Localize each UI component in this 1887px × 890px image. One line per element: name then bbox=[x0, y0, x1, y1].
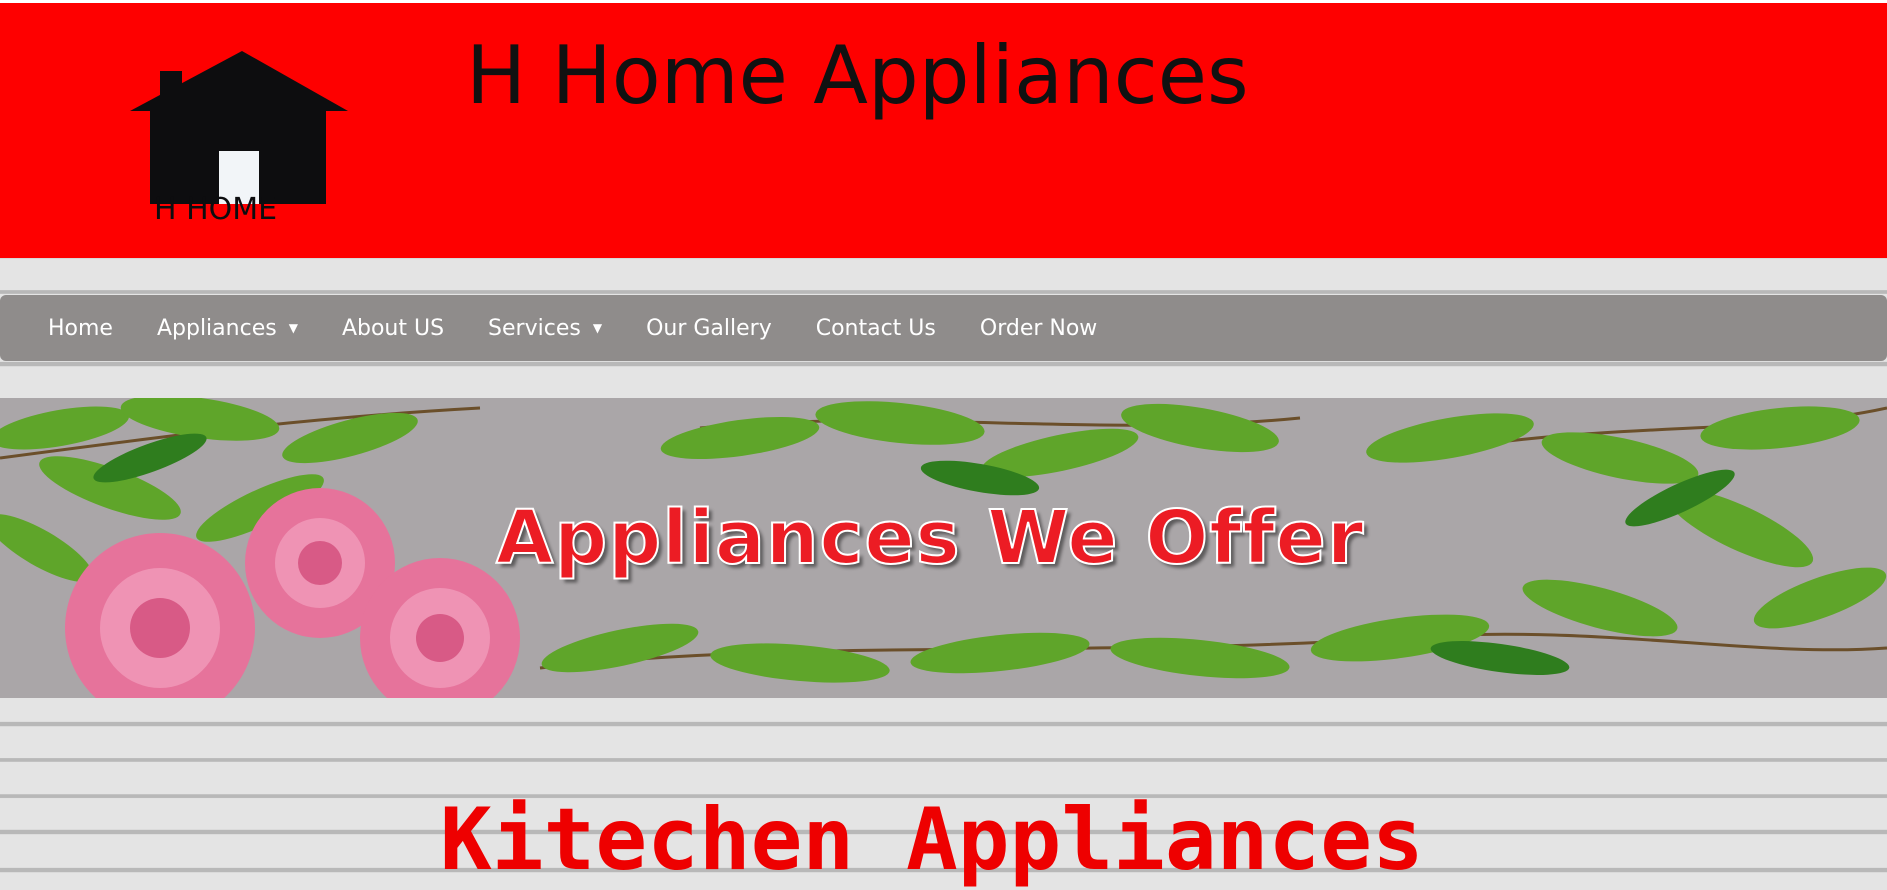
main-nav: Home Appliances ▼ About US Services ▼ Ou… bbox=[0, 295, 1887, 361]
logo-text: H HOME bbox=[154, 192, 277, 221]
nav-item-label: Our Gallery bbox=[646, 315, 772, 341]
nav-item-label: Appliances bbox=[156, 315, 277, 341]
nav-item-label: Home bbox=[48, 315, 113, 341]
nav-item-our-gallery[interactable]: Our Gallery bbox=[624, 316, 794, 341]
nav-item-label: Order Now bbox=[979, 315, 1098, 341]
section-title: Kitechen Appliances bbox=[440, 790, 1424, 890]
site-header: H HOME H Home Appliances bbox=[0, 3, 1887, 258]
nav-item-appliances[interactable]: Appliances ▼ bbox=[135, 316, 320, 341]
caret-down-icon: ▼ bbox=[592, 321, 603, 335]
nav-item-label: Contact Us bbox=[815, 315, 936, 341]
site-title: H Home Appliances bbox=[466, 29, 1249, 122]
nav-item-services[interactable]: Services ▼ bbox=[466, 316, 624, 341]
banner-heading: Appliances We Offer bbox=[495, 494, 1365, 582]
nav-item-label: About US bbox=[341, 315, 445, 341]
nav-item-label: Services bbox=[488, 315, 581, 341]
nav-item-contact-us[interactable]: Contact Us bbox=[794, 316, 958, 341]
nav-item-home[interactable]: Home bbox=[26, 316, 135, 341]
nav-item-about-us[interactable]: About US bbox=[320, 316, 466, 341]
house-logo-icon[interactable]: H HOME bbox=[130, 51, 350, 221]
nav-item-order-now[interactable]: Order Now bbox=[958, 316, 1119, 341]
caret-down-icon: ▼ bbox=[288, 321, 298, 335]
